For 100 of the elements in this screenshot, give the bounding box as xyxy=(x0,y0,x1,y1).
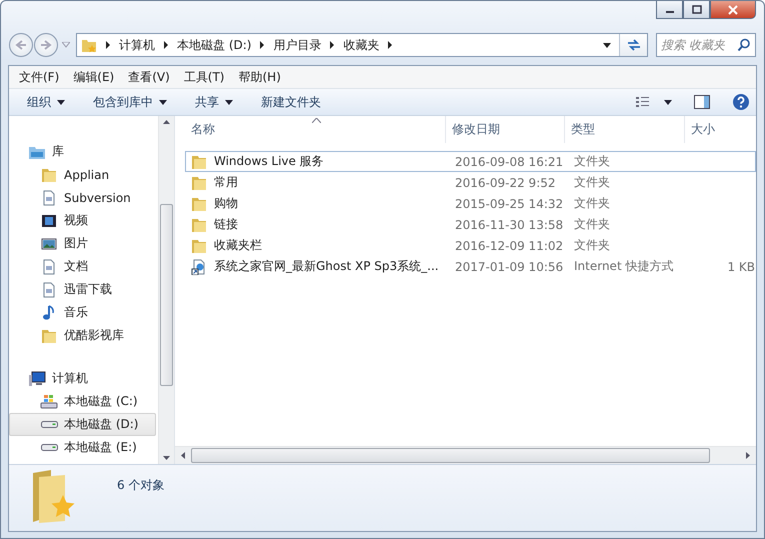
refresh-button[interactable] xyxy=(619,34,647,56)
help-icon[interactable] xyxy=(732,93,750,111)
breadcrumb-arrow-icon xyxy=(387,41,394,49)
file-size: 1 KB xyxy=(727,260,755,274)
breadcrumb-arrow-icon xyxy=(163,41,169,49)
file-name: 系统之家官网_最新Ghost XP Sp3系统_... xyxy=(214,258,439,275)
back-button[interactable] xyxy=(9,33,33,57)
maximize-icon xyxy=(690,4,702,14)
column-header[interactable]: 类型 xyxy=(565,116,685,143)
file-row[interactable]: Windows Live 服务 2016-09-08 16:21 文件夹 xyxy=(185,151,756,172)
breadcrumb-arrow-icon xyxy=(329,41,336,49)
scroll-down-icon[interactable] xyxy=(163,456,170,460)
menu-item[interactable]: 帮助(H) xyxy=(238,68,281,86)
scrollbar-thumb[interactable] xyxy=(191,448,710,463)
horizontal-scrollbar[interactable] xyxy=(175,446,756,464)
file-row[interactable]: 链接 2016-11-30 13:58 文件夹 xyxy=(185,214,756,235)
nav-item[interactable]: 文档 xyxy=(9,255,156,278)
file-row[interactable]: 常用 2016-09-22 9:52 文件夹 xyxy=(185,172,756,193)
address-bar[interactable]: 计算机 本地磁盘 (D:) 用户目录 收藏夹 xyxy=(76,33,648,57)
forward-arrow-icon xyxy=(39,39,53,51)
refresh-icon xyxy=(626,38,642,52)
breadcrumb-item[interactable]: 用户目录 xyxy=(273,36,322,54)
preview-pane-icon[interactable] xyxy=(694,95,710,109)
file-type: Internet 快捷方式 xyxy=(574,258,674,275)
nav-item[interactable]: Applian xyxy=(9,163,156,186)
modified-date: 2016-09-22 9:52 xyxy=(454,176,556,190)
nav-item[interactable]: 视频 xyxy=(9,209,156,232)
dropdown-arrow-icon xyxy=(225,100,233,104)
nav-item[interactable]: 本地磁盘 (D:) xyxy=(9,413,156,436)
scroll-right-icon[interactable] xyxy=(746,452,750,459)
minimize-button[interactable] xyxy=(656,1,683,19)
column-header[interactable]: 名称 xyxy=(175,116,446,143)
folder-icon xyxy=(40,328,58,344)
breadcrumb-item[interactable]: 计算机 xyxy=(119,36,155,54)
modified-date: 2016-12-09 11:02 xyxy=(454,238,564,252)
modified-date: 2015-09-25 14:32 xyxy=(454,196,564,210)
file-name: 链接 xyxy=(214,216,238,233)
folder-icon xyxy=(190,216,208,232)
file-row[interactable]: 系统之家官网_最新Ghost XP Sp3系统_... 2017-01-09 10:56 Internet 快捷方式 1 KB xyxy=(185,256,756,277)
toolbar-button[interactable]: 共享 xyxy=(187,90,241,114)
file-name: 常用 xyxy=(214,174,238,191)
file-type: 文件夹 xyxy=(574,153,611,170)
dropdown-arrow-icon[interactable] xyxy=(664,100,672,104)
menu-item[interactable]: 编辑(E) xyxy=(73,68,114,86)
scrollbar-thumb[interactable] xyxy=(160,204,173,386)
nav-item[interactable]: 本地磁盘 (E:) xyxy=(9,436,156,459)
file-name: 购物 xyxy=(214,195,238,212)
dropdown-arrow-icon xyxy=(57,100,65,104)
item-count: 6 个对象 xyxy=(117,477,164,494)
dropdown-arrow-icon xyxy=(159,100,167,104)
scroll-up-icon[interactable] xyxy=(163,120,170,124)
nav-item[interactable]: 音乐 xyxy=(9,301,156,324)
nav-item[interactable]: 迅雷下载 xyxy=(9,278,156,301)
file-type: 文件夹 xyxy=(574,237,611,254)
close-button[interactable] xyxy=(710,1,756,19)
maximize-button[interactable] xyxy=(683,1,710,19)
search-icon xyxy=(737,38,751,52)
toolbar-button[interactable]: 组织 xyxy=(19,90,73,114)
drive-icon xyxy=(40,444,58,451)
file-name: 收藏夹栏 xyxy=(214,237,262,254)
nav-item[interactable]: 库 xyxy=(9,140,156,163)
dropdown-arrow-icon[interactable] xyxy=(603,42,611,48)
drive-icon xyxy=(40,421,58,428)
folder-icon xyxy=(190,238,208,254)
nav-item[interactable]: 计算机 xyxy=(9,367,156,390)
modified-date: 2016-09-08 16:21 xyxy=(454,154,564,168)
nav-item[interactable]: Subversion xyxy=(9,186,156,209)
vertical-scrollbar[interactable] xyxy=(158,116,174,464)
menu-item[interactable]: 查看(V) xyxy=(128,68,170,86)
file-type: 文件夹 xyxy=(574,195,611,212)
modified-date: 2016-11-30 13:58 xyxy=(454,218,564,232)
column-header[interactable]: 大小 xyxy=(685,116,756,143)
breadcrumb-item[interactable]: 本地磁盘 (D:) xyxy=(177,36,252,54)
menu-item[interactable]: 文件(F) xyxy=(19,68,60,86)
back-arrow-icon xyxy=(14,39,28,51)
file-row[interactable]: 收藏夹栏 2016-12-09 11:02 文件夹 xyxy=(185,235,756,256)
file-name: Windows Live 服务 xyxy=(214,153,324,170)
folder-icon xyxy=(190,196,208,212)
picture-icon xyxy=(40,236,58,252)
search-field[interactable]: 搜索 收藏夹 xyxy=(656,33,756,57)
nav-item[interactable]: 图片 xyxy=(9,232,156,255)
folder-icon xyxy=(190,154,208,170)
menu-item[interactable]: 工具(T) xyxy=(184,68,224,86)
file-type: 文件夹 xyxy=(574,174,611,191)
toolbar-button[interactable]: 新建文件夹 xyxy=(253,90,329,114)
modified-date: 2017-01-09 10:56 xyxy=(454,260,564,274)
breadcrumb-arrow-icon xyxy=(259,41,266,49)
breadcrumb-item[interactable]: 收藏夹 xyxy=(343,36,380,54)
file-row[interactable]: 购物 2015-09-25 14:32 文件夹 xyxy=(185,193,756,214)
forward-button[interactable] xyxy=(34,33,58,57)
nav-item[interactable]: 优酷影视库 xyxy=(9,324,156,347)
video-icon xyxy=(40,212,58,228)
folder-icon xyxy=(40,166,58,182)
nav-item[interactable]: 本地磁盘 (C:) xyxy=(9,390,156,413)
favorites-folder-icon xyxy=(81,37,97,53)
scroll-left-icon[interactable] xyxy=(181,452,185,459)
system-drive-icon xyxy=(40,394,58,410)
toolbar-button[interactable]: 包含到库中 xyxy=(85,90,175,114)
folder-icon xyxy=(190,174,208,190)
column-header[interactable]: 修改日期 xyxy=(446,116,565,143)
